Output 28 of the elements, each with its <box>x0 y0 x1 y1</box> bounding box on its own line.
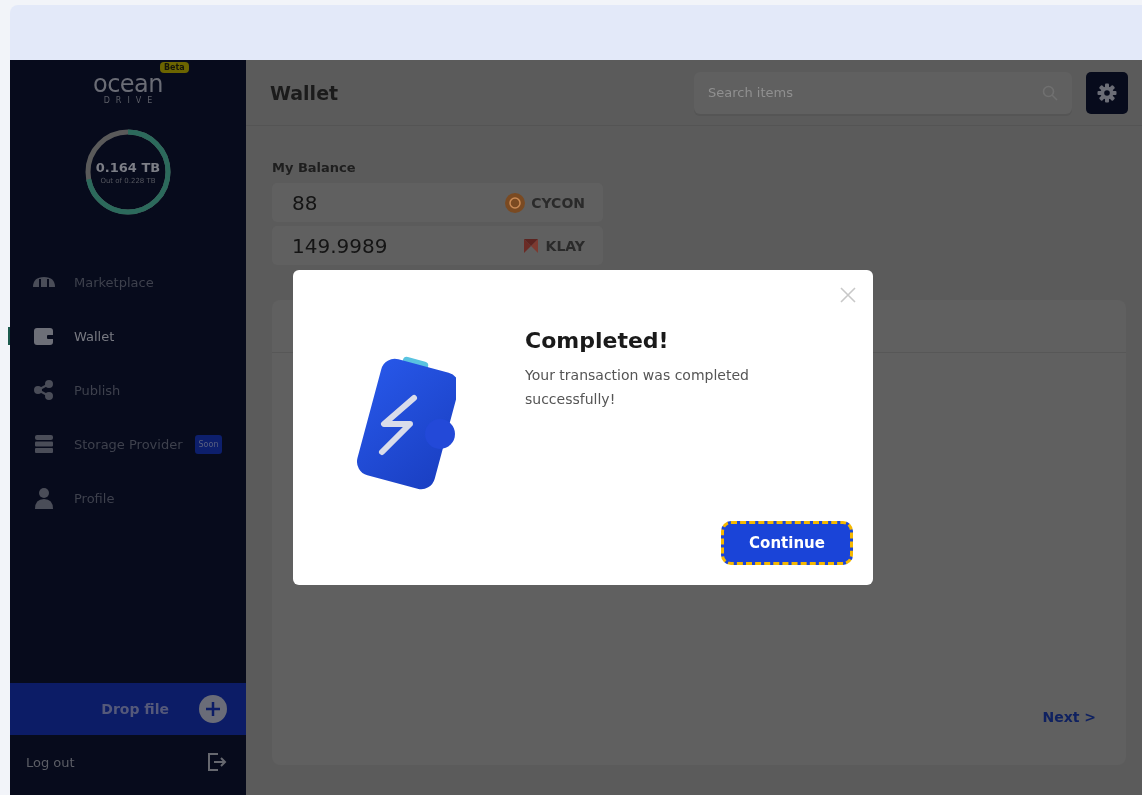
dialog-message: Your transaction was completed successfully! <box>525 366 750 409</box>
storage-used: 0.164 TB <box>95 159 161 175</box>
logo-subtitle: DRIVE <box>103 96 159 105</box>
token-icon <box>521 236 540 255</box>
settings-button[interactable] <box>1086 71 1128 114</box>
coin-icon <box>505 192 526 213</box>
plus-icon <box>199 695 227 723</box>
share-icon <box>34 380 54 400</box>
continue-button[interactable]: Continue <box>721 521 853 565</box>
wallet-icon <box>34 327 54 345</box>
next-link[interactable]: Next > <box>1042 709 1096 725</box>
balance-label: My Balance <box>272 160 357 175</box>
balance-amount: 149.9989 <box>292 233 388 258</box>
soon-badge: Soon <box>194 434 223 454</box>
sidebar-item-label: Wallet <box>74 328 115 344</box>
beta-badge: Beta <box>160 62 189 73</box>
sidebar-item[interactable]: Wallet <box>10 309 246 363</box>
balance-amount: 88 <box>292 190 318 215</box>
drop-file-button[interactable]: Drop file <box>10 683 246 735</box>
settings-icon <box>1097 82 1117 103</box>
logout-icon[interactable] <box>207 753 227 771</box>
marketplace-icon <box>32 276 56 288</box>
user-icon <box>35 487 53 509</box>
page-title: Wallet <box>270 81 340 104</box>
logo-wordmark: ocean <box>92 72 164 96</box>
dialog-title: Completed! <box>525 328 670 353</box>
server-icon <box>34 434 54 454</box>
logout-link[interactable]: Log out <box>26 754 75 770</box>
